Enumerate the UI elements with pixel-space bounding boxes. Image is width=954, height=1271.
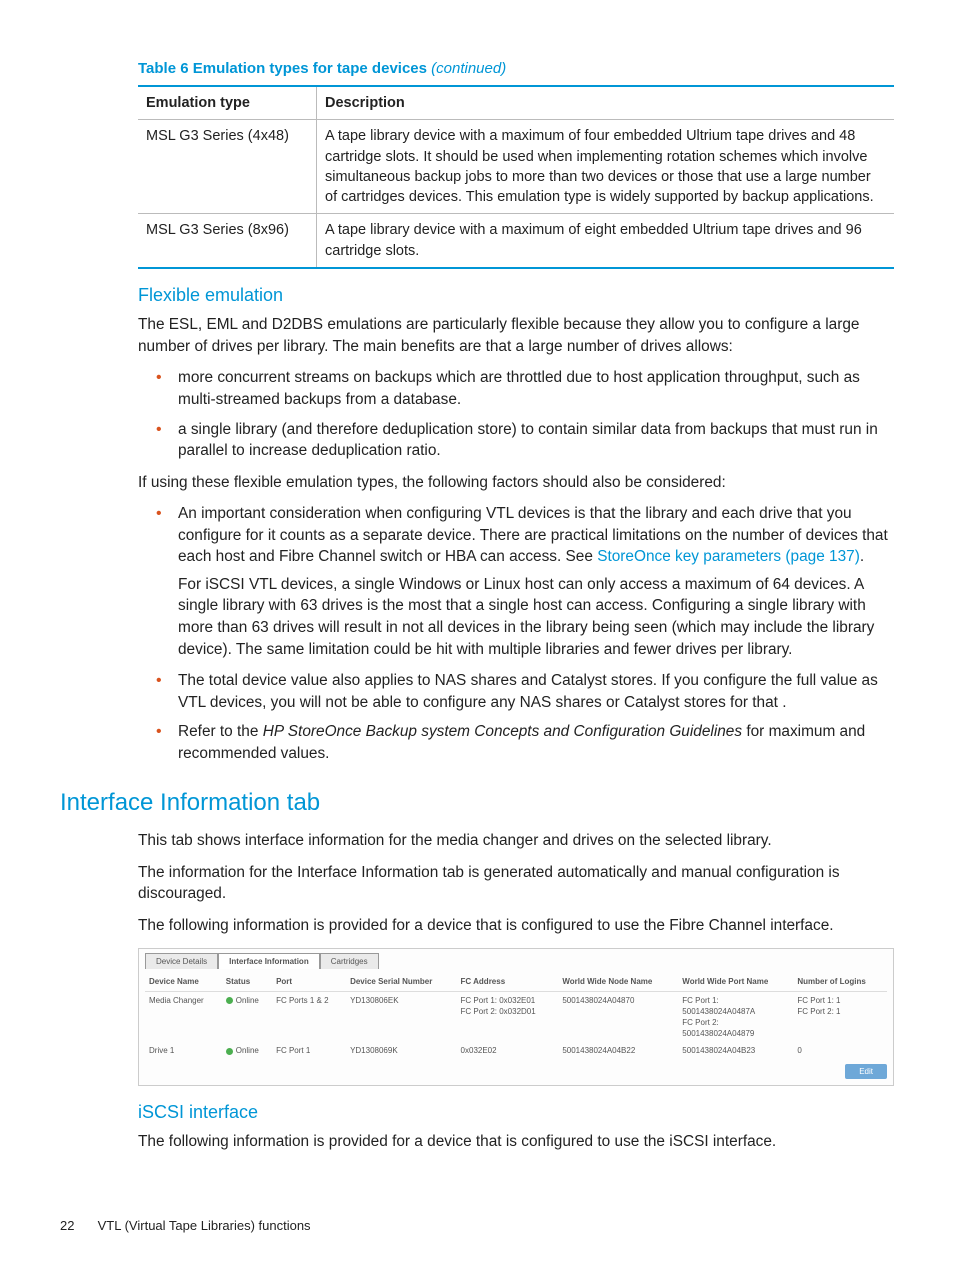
cell-wwnn: 5001438024A04870 <box>558 991 678 1042</box>
cell-desc: A tape library device with a maximum of … <box>317 120 895 214</box>
status-dot-icon <box>226 997 233 1004</box>
heading-flexible-emulation: Flexible emulation <box>138 283 894 308</box>
tab-cartridges[interactable]: Cartridges <box>320 953 379 969</box>
th-port: Port <box>272 973 346 991</box>
caption-main: Table 6 Emulation types for tape devices <box>138 60 431 77</box>
iit-p1: This tab shows interface information for… <box>138 830 894 852</box>
cell-fcaddr: 0x032E02 <box>457 1042 559 1059</box>
tab-device-details[interactable]: Device Details <box>145 953 218 969</box>
cell-port: FC Ports 1 & 2 <box>272 991 346 1042</box>
cell-serial: YD130806EK <box>346 991 456 1042</box>
cell-logins: FC Port 1: 1 FC Port 2: 1 <box>793 991 887 1042</box>
cell-wwpn: 5001438024A04B23 <box>678 1042 793 1059</box>
footer-title: VTL (Virtual Tape Libraries) functions <box>98 1218 311 1233</box>
iscsi-p: The following information is provided fo… <box>138 1131 894 1153</box>
emulation-table: Emulation type Description MSL G3 Series… <box>138 85 894 269</box>
th-emulation-type: Emulation type <box>138 86 317 120</box>
nested-paragraph: For iSCSI VTL devices, a single Windows … <box>178 574 894 660</box>
li-text: Refer to the <box>178 723 263 740</box>
table-row: MSL G3 Series (8x96) A tape library devi… <box>138 214 894 268</box>
link-storeonce-params[interactable]: StoreOnce key parameters (page 137) <box>597 548 860 565</box>
th-wwpn: World Wide Port Name <box>678 973 793 991</box>
table-row: Media Changer Online FC Ports 1 & 2 YD13… <box>145 991 887 1042</box>
list-item: The total device value also applies to N… <box>178 670 894 713</box>
cell-name: Media Changer <box>145 991 222 1042</box>
interface-info-screenshot: Device Details Interface Information Car… <box>138 948 894 1086</box>
doc-reference: HP StoreOnce Backup system Concepts and … <box>263 723 742 740</box>
list-item: An important consideration when configur… <box>178 503 894 660</box>
table-row: MSL G3 Series (4x48) A tape library devi… <box>138 120 894 214</box>
cell-type: MSL G3 Series (8x96) <box>138 214 317 268</box>
th-status: Status <box>222 973 272 991</box>
list-item: a single library (and therefore deduplic… <box>178 419 894 462</box>
li-text: . <box>860 548 864 565</box>
heading-interface-info-tab: Interface Information tab <box>60 786 894 820</box>
page-number: 22 <box>60 1217 94 1235</box>
flex-mid: If using these flexible emulation types,… <box>138 472 894 494</box>
table-caption: Table 6 Emulation types for tape devices… <box>138 58 894 79</box>
cell-status: Online <box>222 1042 272 1059</box>
tab-interface-information[interactable]: Interface Information <box>218 953 320 969</box>
cell-name: Drive 1 <box>145 1042 222 1059</box>
cell-port: FC Port 1 <box>272 1042 346 1059</box>
status-dot-icon <box>226 1048 233 1055</box>
heading-iscsi-interface: iSCSI interface <box>138 1100 894 1125</box>
cell-fcaddr: FC Port 1: 0x032E01 FC Port 2: 0x032D01 <box>457 991 559 1042</box>
cell-status: Online <box>222 991 272 1042</box>
caption-continued: (continued) <box>431 60 506 77</box>
cell-logins: 0 <box>793 1042 887 1059</box>
list-item: Refer to the HP StoreOnce Backup system … <box>178 721 894 764</box>
edit-button[interactable]: Edit <box>845 1064 887 1079</box>
th-serial: Device Serial Number <box>346 973 456 991</box>
th-fc-address: FC Address <box>457 973 559 991</box>
th-device-name: Device Name <box>145 973 222 991</box>
interface-table: Device Name Status Port Device Serial Nu… <box>145 973 887 1059</box>
cell-desc: A tape library device with a maximum of … <box>317 214 895 268</box>
iit-p2: The information for the Interface Inform… <box>138 862 894 905</box>
cell-type: MSL G3 Series (4x48) <box>138 120 317 214</box>
iit-p3: The following information is provided fo… <box>138 915 894 937</box>
cell-serial: YD1308069K <box>346 1042 456 1059</box>
th-wwnn: World Wide Node Name <box>558 973 678 991</box>
th-logins: Number of Logins <box>793 973 887 991</box>
page-footer: 22 VTL (Virtual Tape Libraries) function… <box>60 1217 311 1235</box>
th-description: Description <box>317 86 895 120</box>
table-row: Drive 1 Online FC Port 1 YD1308069K 0x03… <box>145 1042 887 1059</box>
cell-wwnn: 5001438024A04B22 <box>558 1042 678 1059</box>
flex-intro: The ESL, EML and D2DBS emulations are pa… <box>138 314 894 357</box>
cell-wwpn: FC Port 1: 5001438024A0487A FC Port 2: 5… <box>678 991 793 1042</box>
list-item: more concurrent streams on backups which… <box>178 367 894 410</box>
